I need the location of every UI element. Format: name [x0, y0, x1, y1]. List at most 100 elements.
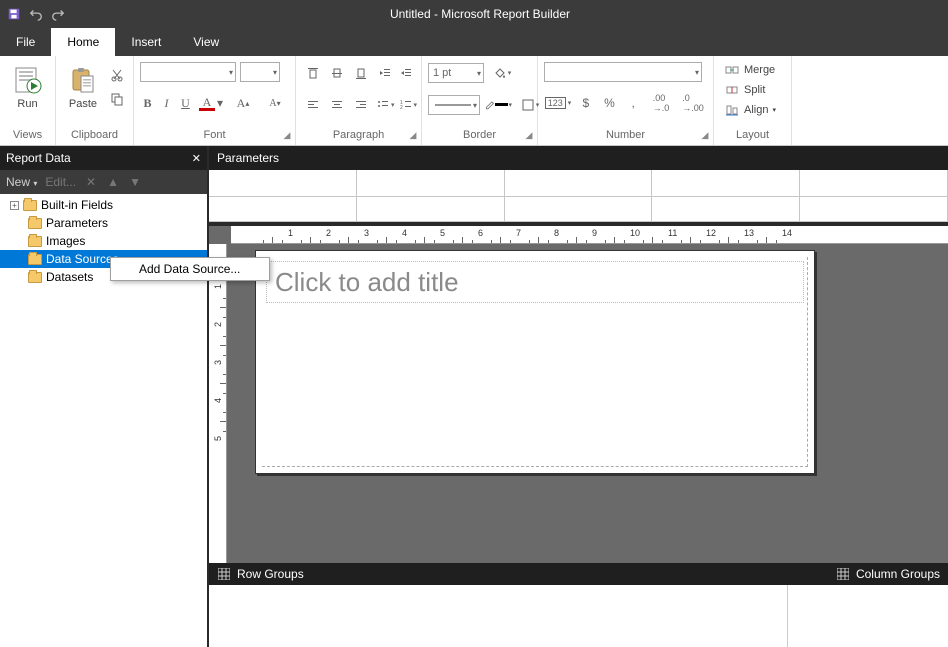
- currency-button[interactable]: $: [576, 92, 596, 114]
- column-groups-header[interactable]: Column Groups: [828, 563, 948, 585]
- save-icon[interactable]: [6, 6, 22, 22]
- number-list-icon[interactable]: 12▾: [399, 94, 418, 116]
- edit-button[interactable]: Edit...: [45, 175, 76, 189]
- align-left-icon[interactable]: [302, 94, 324, 116]
- number-dialog-launcher[interactable]: ◢: [699, 129, 711, 141]
- split-icon: [724, 82, 740, 98]
- redo-icon[interactable]: [50, 6, 66, 22]
- paste-label: Paste: [69, 98, 97, 110]
- run-button[interactable]: Run: [6, 60, 49, 110]
- align-label: Align: [744, 104, 768, 116]
- row-groups-label: Row Groups: [237, 567, 304, 581]
- border-dialog-launcher[interactable]: ◢: [523, 129, 535, 141]
- align-bottom-icon[interactable]: [350, 62, 372, 84]
- ribbon-group-clipboard: Paste Clipboard: [56, 56, 134, 145]
- move-down-icon[interactable]: ▼: [128, 175, 142, 189]
- context-menu: Add Data Source...: [110, 257, 270, 281]
- border-width-select[interactable]: 1 pt▾: [428, 63, 484, 83]
- ribbon-group-border: 1 pt▾ ▾ ▾ ▾ ▾ Border ◢: [422, 56, 538, 145]
- views-group-label: Views: [6, 127, 49, 143]
- bold-button[interactable]: B: [140, 92, 155, 114]
- align-right-icon[interactable]: [350, 94, 372, 116]
- font-dialog-launcher[interactable]: ◢: [281, 129, 293, 141]
- window-title: Untitled - Microsoft Report Builder: [72, 7, 888, 21]
- tree-label: Images: [46, 234, 85, 248]
- tree-item-parameters[interactable]: Parameters: [0, 214, 207, 232]
- align-center-icon[interactable]: [326, 94, 348, 116]
- delete-icon[interactable]: ✕: [84, 175, 98, 189]
- menu-view[interactable]: View: [177, 28, 235, 56]
- tree-item-images[interactable]: Images: [0, 232, 207, 250]
- ribbon-group-paragraph: ▾ 12▾ Paragraph ◢: [296, 56, 422, 145]
- decrease-decimal-button[interactable]: .0→.00: [679, 92, 707, 114]
- merge-button[interactable]: Merge: [720, 60, 785, 80]
- clipboard-group-label: Clipboard: [62, 127, 127, 143]
- column-groups-label: Column Groups: [856, 567, 940, 581]
- folder-icon: [23, 200, 37, 211]
- ribbon: Run Views Paste Clipboard ▾ ▾: [0, 56, 948, 146]
- row-groups-pane[interactable]: [209, 585, 788, 647]
- comma-button[interactable]: ,: [623, 92, 643, 114]
- paste-button[interactable]: Paste: [62, 60, 104, 110]
- move-up-icon[interactable]: ▲: [106, 175, 120, 189]
- font-size-select[interactable]: ▾: [240, 62, 280, 82]
- ribbon-group-number: ▾ 123▾ $ % , .00→.0 .0→.00 Number ◢: [538, 56, 714, 145]
- tree-label: Data Sources: [46, 252, 119, 266]
- parameters-grid[interactable]: [209, 170, 948, 222]
- grow-font-button[interactable]: A▴: [229, 92, 257, 114]
- run-label: Run: [17, 98, 37, 110]
- increase-decimal-button[interactable]: .00→.0: [647, 92, 675, 114]
- bullet-list-icon[interactable]: ▾: [376, 94, 395, 116]
- align-middle-icon[interactable]: [326, 62, 348, 84]
- report-body[interactable]: Click to add title: [255, 250, 815, 474]
- row-groups-header[interactable]: Row Groups: [209, 563, 312, 585]
- placeholder-format-button[interactable]: 123▾: [544, 92, 572, 114]
- close-icon[interactable]: ✕: [192, 152, 201, 165]
- border-color-button[interactable]: ▾: [484, 94, 512, 116]
- paragraph-dialog-launcher[interactable]: ◢: [407, 129, 419, 141]
- font-color-button[interactable]: A▾: [197, 92, 225, 114]
- menu-file[interactable]: File: [0, 28, 51, 56]
- folder-icon: [28, 218, 42, 229]
- font-family-select[interactable]: ▾: [140, 62, 236, 82]
- horizontal-ruler: 1234567891011121314: [231, 226, 948, 244]
- decrease-indent-icon[interactable]: [376, 62, 394, 84]
- run-icon: [12, 64, 44, 96]
- menu-home[interactable]: Home: [51, 28, 115, 56]
- underline-button[interactable]: U: [178, 92, 193, 114]
- font-group-label: Font: [140, 127, 289, 143]
- ribbon-group-views: Run Views: [0, 56, 56, 145]
- main-area: Report Data ✕ New ▾ Edit... ✕ ▲ ▼ + Buil…: [0, 146, 948, 647]
- copy-icon[interactable]: [106, 88, 128, 110]
- cut-icon[interactable]: [106, 64, 128, 86]
- align-menu-button[interactable]: Align ▾: [720, 100, 785, 120]
- split-button[interactable]: Split: [720, 80, 785, 100]
- tree-label: Built-in Fields: [41, 198, 113, 212]
- report-data-toolbar: New ▾ Edit... ✕ ▲ ▼: [0, 170, 207, 194]
- merge-label: Merge: [744, 64, 775, 76]
- border-style-select[interactable]: ▾: [428, 95, 480, 115]
- number-format-select[interactable]: ▾: [544, 62, 702, 82]
- percent-button[interactable]: %: [600, 92, 620, 114]
- undo-icon[interactable]: [28, 6, 44, 22]
- expand-icon[interactable]: +: [10, 201, 19, 210]
- increase-indent-icon[interactable]: [398, 62, 416, 84]
- folder-icon: [28, 236, 42, 247]
- shrink-font-button[interactable]: A▾: [261, 92, 289, 114]
- report-data-panel: Report Data ✕ New ▾ Edit... ✕ ▲ ▼ + Buil…: [0, 146, 207, 647]
- paragraph-group-label: Paragraph: [302, 127, 415, 143]
- new-button[interactable]: New ▾: [6, 175, 37, 189]
- align-icon: [724, 102, 740, 118]
- fill-color-button[interactable]: ▾: [488, 62, 516, 84]
- tree-item-builtin-fields[interactable]: + Built-in Fields: [0, 196, 207, 214]
- report-data-title: Report Data: [6, 151, 71, 165]
- page-boundary-dashed: [262, 257, 808, 467]
- align-top-icon[interactable]: [302, 62, 324, 84]
- menu-insert[interactable]: Insert: [115, 28, 177, 56]
- italic-button[interactable]: I: [159, 92, 174, 114]
- ribbon-group-layout: Merge Split Align ▾ Layout: [714, 56, 792, 145]
- column-groups-pane[interactable]: [788, 585, 948, 647]
- grid-icon: [217, 567, 231, 581]
- parameters-pane-header[interactable]: Parameters: [209, 146, 948, 170]
- context-menu-add-data-source[interactable]: Add Data Source...: [111, 258, 269, 280]
